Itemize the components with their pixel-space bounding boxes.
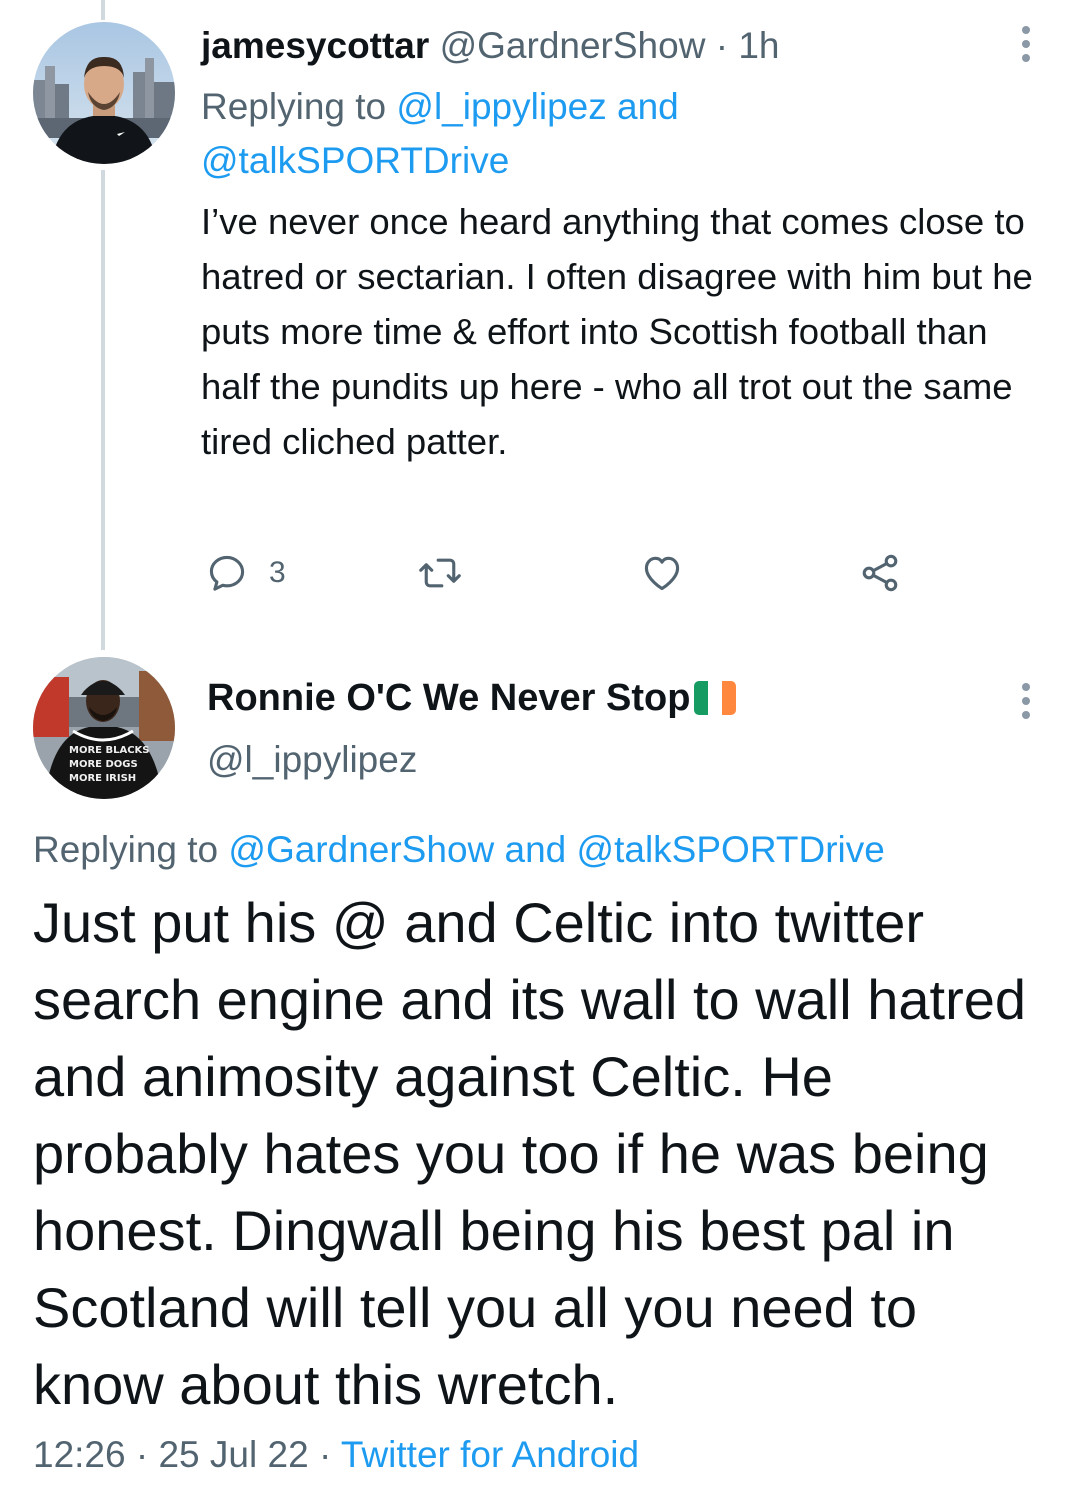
tweet-meta: 12:26 · 25 Jul 22 · Twitter for Android (33, 1430, 639, 1480)
tweet-source-link[interactable]: Twitter for Android (341, 1434, 639, 1475)
replying-to: Replying to @GardnerShow and @talkSPORTD… (33, 826, 885, 874)
more-icon[interactable] (1022, 26, 1030, 62)
separator-dot: · (715, 25, 729, 66)
avatar-image: MORE BLACKS MORE DOGS MORE IRISH (33, 657, 175, 799)
mention-joiner: and (617, 86, 679, 127)
avatar-shirt-line: MORE IRISH (69, 773, 136, 784)
like-icon (644, 556, 680, 591)
retweet-icon (419, 558, 461, 588)
action-bar: 3 (201, 548, 921, 598)
ireland-flag-icon (694, 681, 737, 715)
tweet-time[interactable]: 12:26 (33, 1434, 126, 1475)
flag-stripe-orange (722, 681, 737, 715)
mention-link[interactable]: @talkSPORTDrive (201, 140, 509, 181)
thread-line (101, 170, 105, 650)
avatar-image (33, 22, 175, 164)
share-button[interactable] (857, 548, 903, 598)
replying-to-label: Replying to (201, 86, 387, 127)
timestamp[interactable]: 1h (738, 25, 779, 66)
tweet-date[interactable]: 25 Jul 22 (158, 1434, 308, 1475)
reply-button[interactable]: 3 (205, 548, 286, 598)
display-name[interactable]: Ronnie O'C We Never Stop (207, 676, 737, 720)
avatar[interactable] (33, 22, 175, 164)
replying-to: Replying to @l_ippylipez and @talkSPORTD… (201, 80, 1041, 188)
more-icon[interactable] (1022, 683, 1030, 719)
separator-dot: · (135, 1434, 149, 1475)
avatar-shirt-line: MORE DOGS (69, 759, 138, 770)
mention-link[interactable]: @l_ippylipez (396, 86, 606, 127)
thread-line-top (101, 0, 105, 20)
tweet-text: I’ve never once heard anything that come… (201, 201, 1033, 462)
flag-stripe-green (694, 681, 709, 715)
flag-stripe-white (708, 681, 723, 715)
display-name[interactable]: jamesycottar (201, 25, 429, 66)
reply-count: 3 (269, 556, 286, 589)
username[interactable]: @l_ippylipez (207, 738, 417, 782)
like-button[interactable] (639, 548, 685, 598)
username[interactable]: @GardnerShow (440, 25, 706, 66)
display-name-text: Ronnie O'C We Never Stop (207, 677, 691, 719)
mention-link[interactable]: @talkSPORTDrive (577, 829, 885, 870)
mention-link[interactable]: @GardnerShow (228, 829, 494, 870)
retweet-button[interactable] (417, 548, 463, 598)
tweet-header: jamesycottar @GardnerShow · 1h (201, 24, 779, 68)
avatar[interactable]: MORE BLACKS MORE DOGS MORE IRISH (33, 657, 175, 799)
tweet-text: Just put his @ and Celtic into twitter s… (33, 891, 1027, 1416)
reply-icon (209, 555, 245, 591)
avatar-shirt-line: MORE BLACKS (69, 745, 150, 756)
replying-to-label: Replying to (33, 829, 219, 870)
share-icon (862, 554, 898, 592)
mention-joiner: and (504, 829, 567, 870)
separator-dot: · (318, 1434, 332, 1475)
